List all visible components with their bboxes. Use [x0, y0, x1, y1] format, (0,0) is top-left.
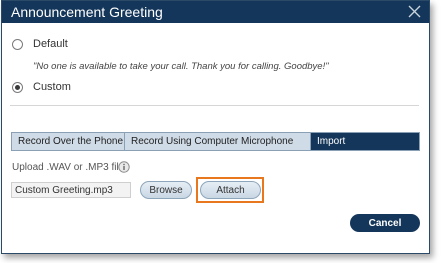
tab-record-over-phone[interactable]: Record Over the Phone [12, 133, 125, 150]
cancel-button[interactable]: Cancel [350, 214, 420, 232]
tab-import[interactable]: Import [311, 133, 419, 150]
attach-button[interactable]: Attach [200, 181, 261, 199]
recording-tabs: Record Over the Phone Record Using Compu… [11, 132, 420, 151]
file-name-field[interactable] [11, 182, 131, 198]
default-message: "No one is available to take your call. … [33, 61, 329, 72]
custom-label: Custom [33, 81, 71, 93]
default-option[interactable]: Default [12, 38, 68, 50]
info-icon[interactable] [118, 161, 130, 173]
dialog-title: Announcement Greeting [11, 4, 163, 20]
custom-radio[interactable] [12, 81, 23, 93]
tab-record-computer-microphone[interactable]: Record Using Computer Microphone [125, 133, 311, 150]
close-icon[interactable] [408, 5, 421, 18]
default-radio[interactable] [12, 38, 23, 50]
default-label: Default [33, 38, 68, 50]
custom-option[interactable]: Custom [12, 81, 71, 93]
announcement-greeting-dialog: Announcement Greeting Default "No one is… [1, 0, 430, 254]
divider [10, 105, 419, 106]
upload-label: Upload .WAV or .MP3 file: [12, 162, 128, 173]
browse-button[interactable]: Browse [140, 181, 192, 199]
dialog-titlebar: Announcement Greeting [2, 1, 429, 23]
